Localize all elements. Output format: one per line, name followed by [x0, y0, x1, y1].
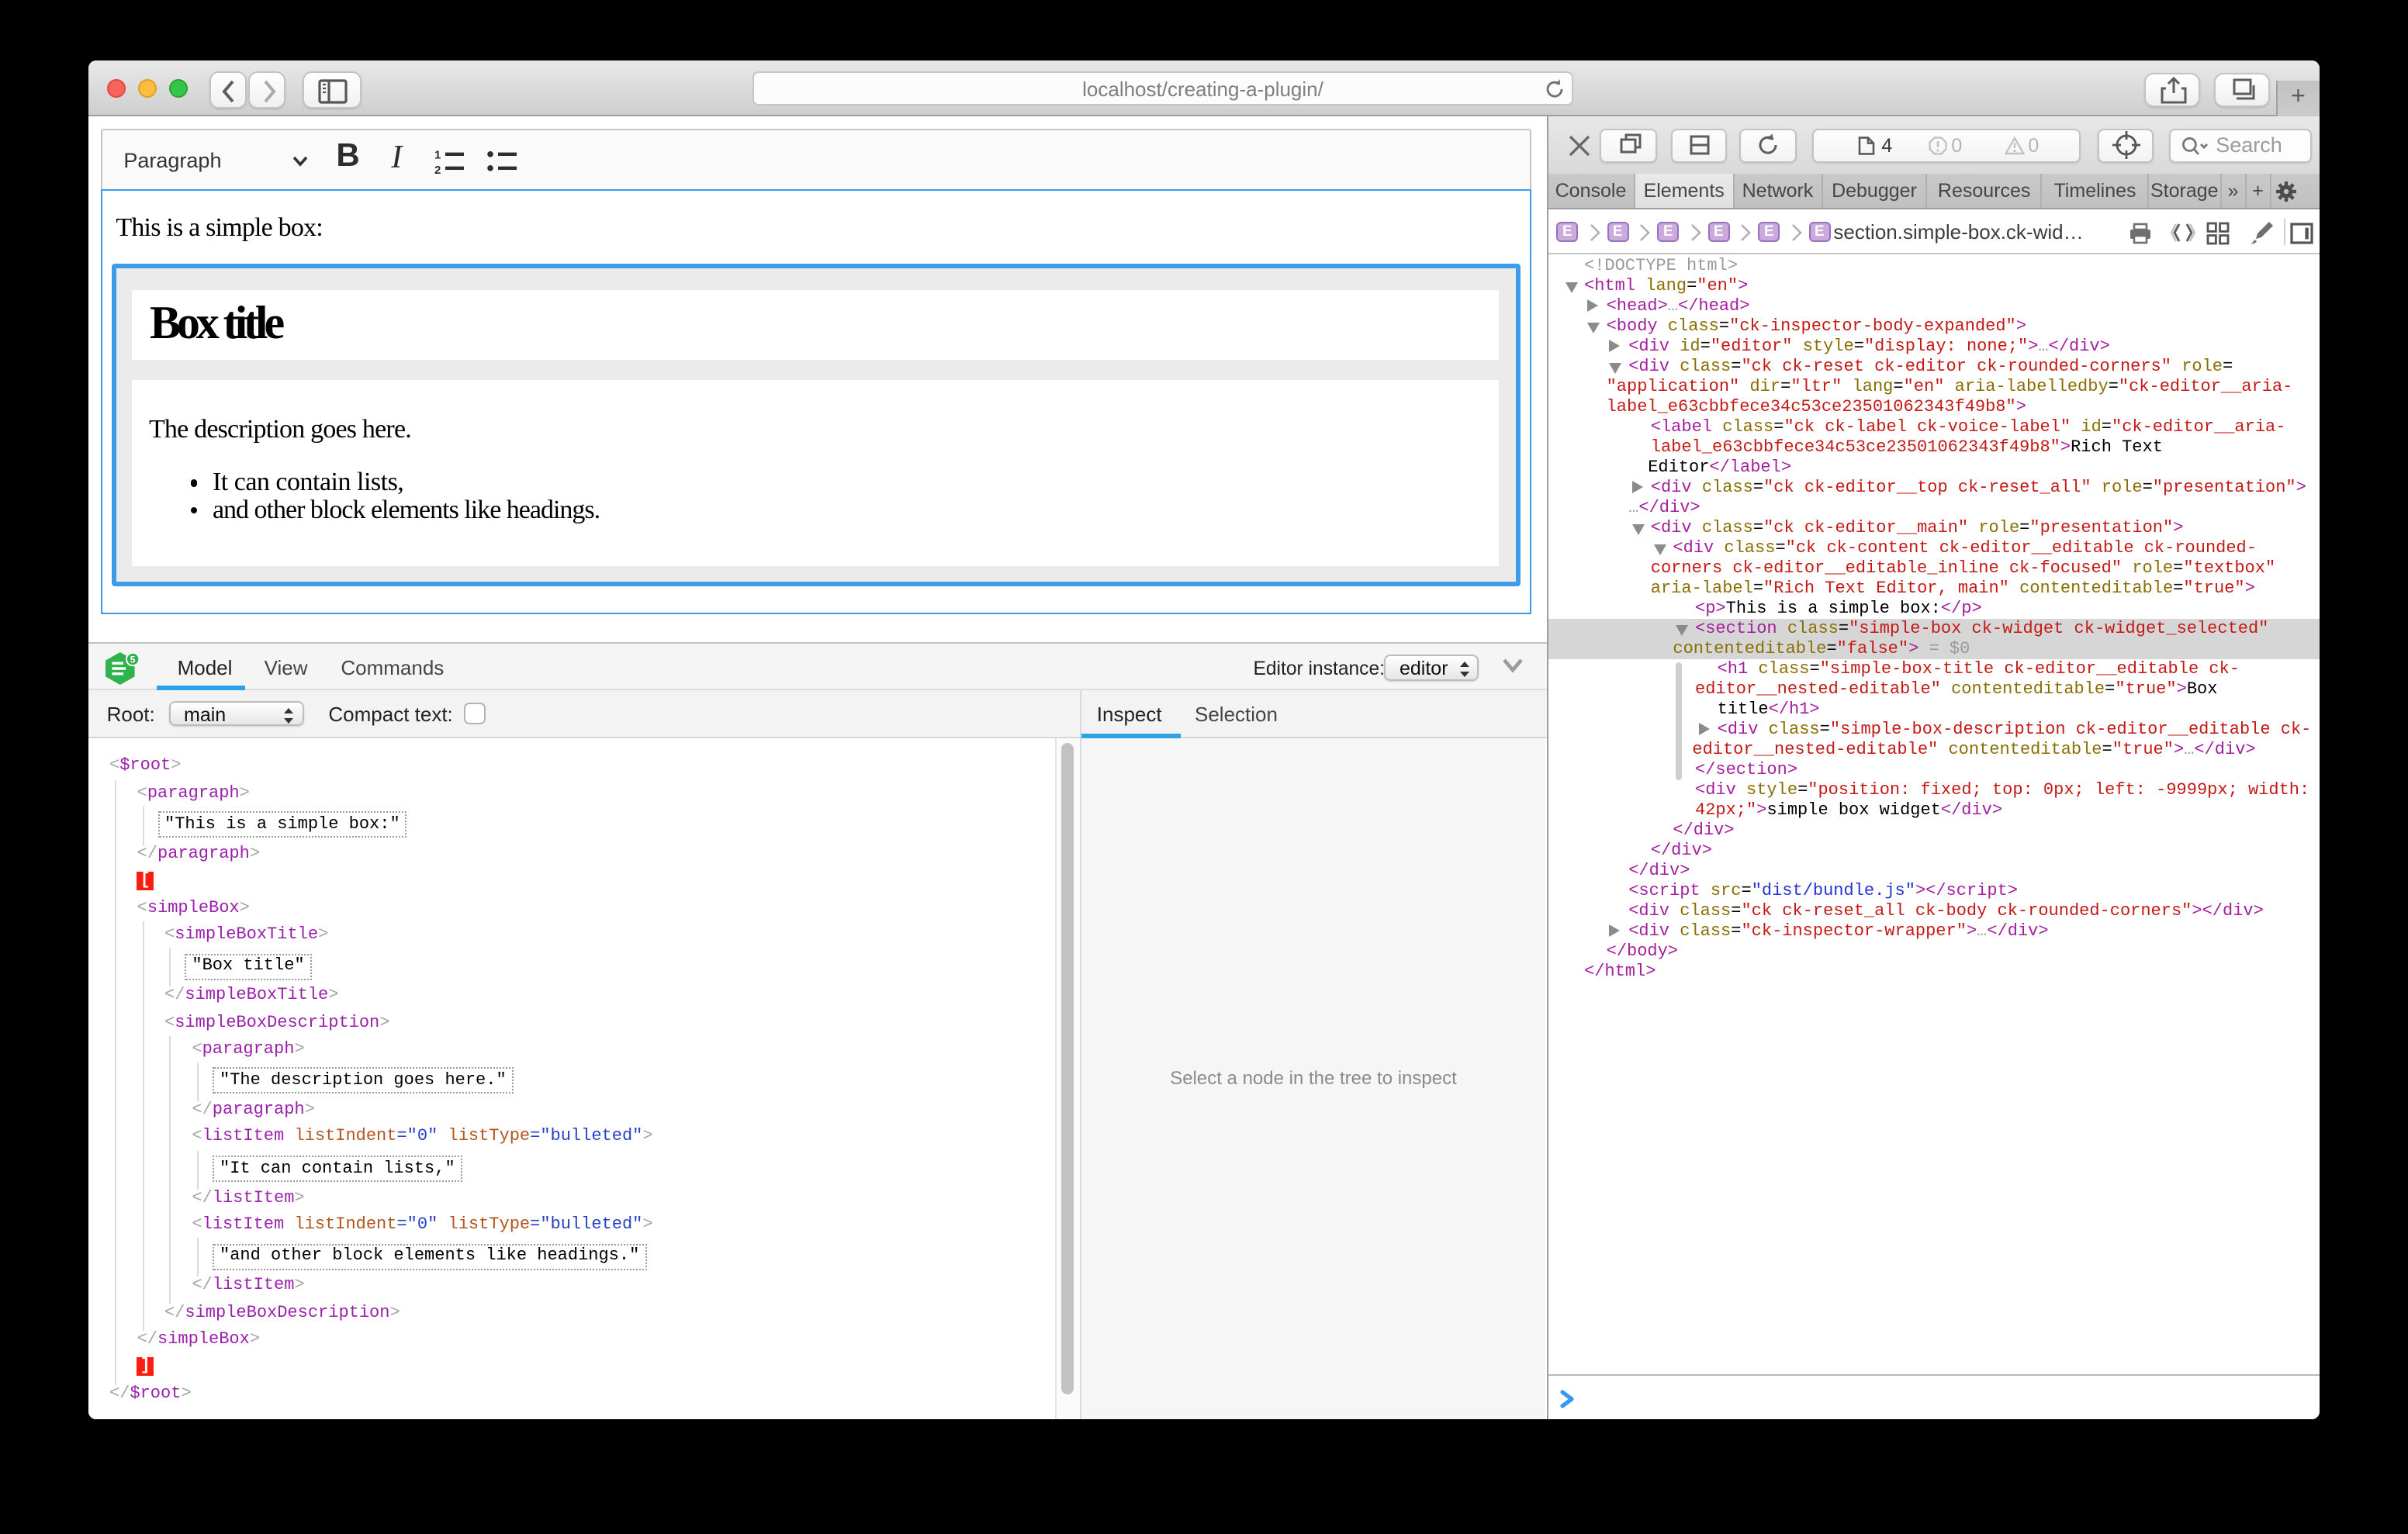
svg-text:1: 1	[434, 149, 440, 162]
svg-text:5: 5	[130, 655, 136, 665]
svg-text:2: 2	[434, 164, 440, 175]
